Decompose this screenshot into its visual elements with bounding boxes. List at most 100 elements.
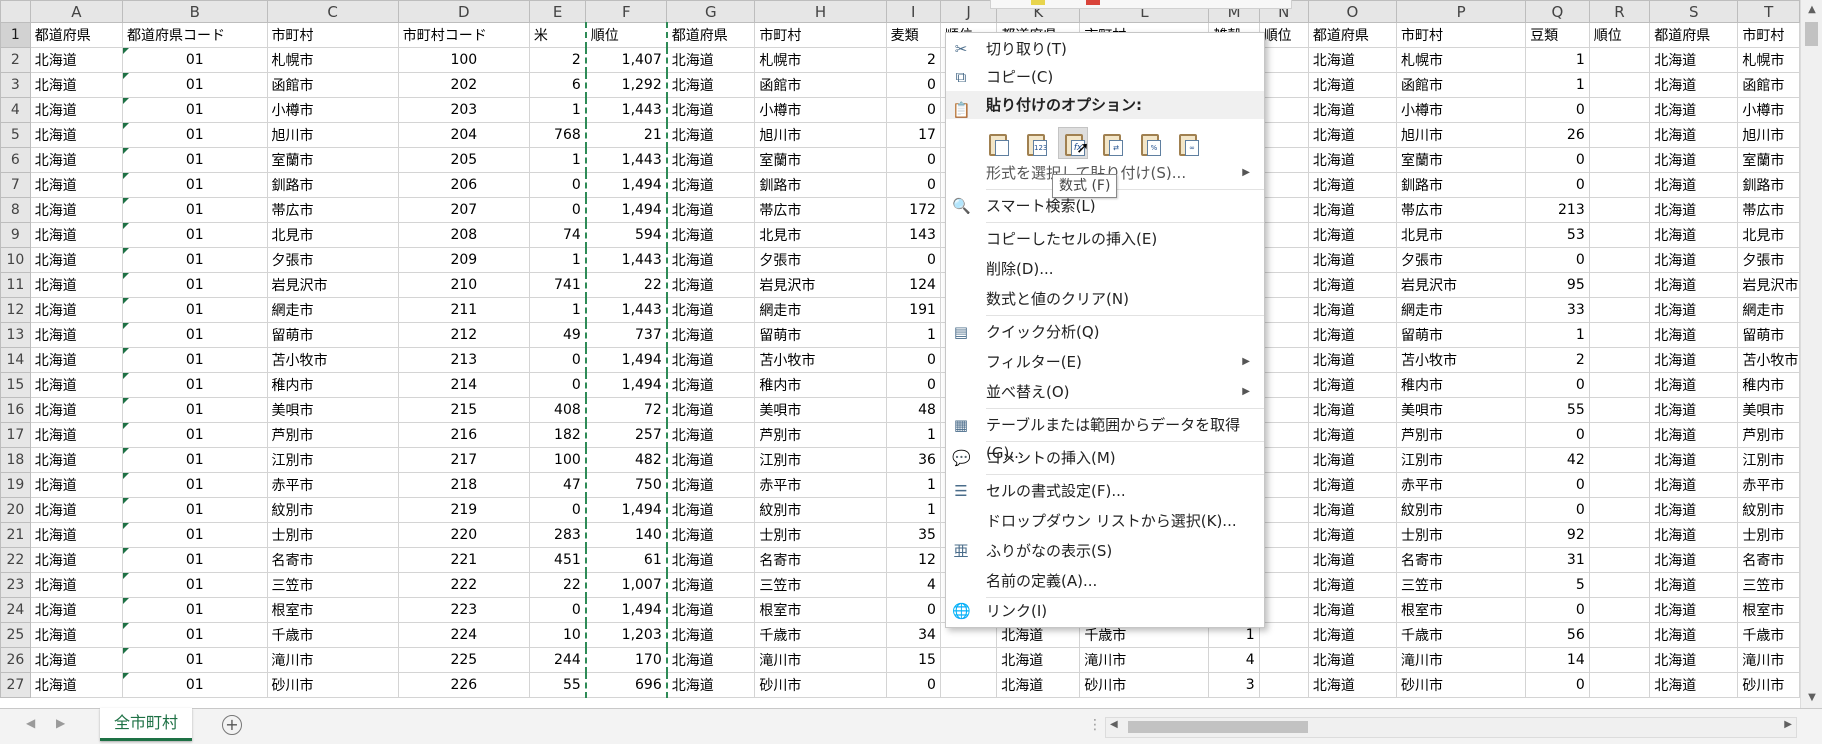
- cell-wheat[interactable]: 34: [885, 622, 941, 648]
- cell-wheat[interactable]: 0: [885, 72, 941, 98]
- cell-prefecture-code[interactable]: 01: [121, 272, 268, 298]
- cell-prefecture-code[interactable]: 01: [121, 47, 268, 73]
- cell-prefecture[interactable]: 北海道: [1649, 347, 1739, 373]
- cell-prefecture[interactable]: 北海道: [1307, 322, 1398, 348]
- cell-rank[interactable]: [1258, 147, 1309, 173]
- row-header[interactable]: 17: [0, 422, 31, 448]
- cell-city-code[interactable]: 226: [397, 672, 530, 698]
- cell-rice[interactable]: 283: [528, 522, 587, 548]
- header-cell[interactable]: 米: [528, 22, 587, 48]
- header-cell[interactable]: 順位: [1588, 22, 1651, 48]
- cell-city[interactable]: 網走市: [1737, 297, 1800, 323]
- cell-city[interactable]: 芦別市: [754, 422, 887, 448]
- column-header-p[interactable]: P: [1396, 0, 1527, 23]
- cell-city-code[interactable]: 100: [397, 47, 530, 73]
- cell-rank[interactable]: 737: [584, 322, 668, 348]
- cell-city[interactable]: 名寄市: [1737, 547, 1800, 573]
- cell-city[interactable]: 帯広市: [754, 197, 887, 223]
- cell-prefecture-code[interactable]: 01: [121, 397, 268, 423]
- cell-beans[interactable]: 55: [1525, 397, 1590, 423]
- cell-beans[interactable]: 0: [1525, 597, 1590, 623]
- row-header[interactable]: 20: [0, 497, 31, 523]
- cell-prefecture[interactable]: 北海道: [666, 397, 756, 423]
- cell-rank[interactable]: 257: [584, 422, 668, 448]
- cell-prefecture-code[interactable]: 01: [121, 547, 268, 573]
- cell-prefecture[interactable]: 北海道: [666, 222, 756, 248]
- cell-prefecture[interactable]: 北海道: [666, 547, 756, 573]
- scroll-left-icon[interactable]: ◀: [1110, 719, 1118, 730]
- cell-prefecture[interactable]: 北海道: [1649, 122, 1739, 148]
- cell-prefecture-code[interactable]: 01: [121, 247, 268, 273]
- column-header-c[interactable]: C: [266, 0, 399, 23]
- cell-prefecture-code[interactable]: 01: [121, 597, 268, 623]
- prev-sheet-icon[interactable]: ◀: [26, 716, 35, 730]
- cell-prefecture[interactable]: 北海道: [1649, 422, 1739, 448]
- cell-city[interactable]: 赤平市: [754, 472, 887, 498]
- cell-prefecture[interactable]: 北海道: [666, 272, 756, 298]
- cell-prefecture[interactable]: 北海道: [1649, 597, 1739, 623]
- cell-city[interactable]: 留萌市: [1737, 322, 1800, 348]
- cell-rank[interactable]: [939, 672, 998, 698]
- cell-beans[interactable]: 0: [1525, 97, 1590, 123]
- row-header[interactable]: 7: [0, 172, 31, 198]
- cell-prefecture[interactable]: 北海道: [29, 597, 123, 623]
- cell-city[interactable]: 室蘭市: [1737, 147, 1800, 173]
- cell-prefecture[interactable]: 北海道: [1307, 72, 1398, 98]
- cell-city[interactable]: 名寄市: [266, 547, 399, 573]
- cell-city[interactable]: 稚内市: [754, 372, 887, 398]
- cell-city[interactable]: 留萌市: [754, 322, 887, 348]
- cell-prefecture[interactable]: 北海道: [29, 497, 123, 523]
- cell-rank[interactable]: [1258, 47, 1309, 73]
- cell-rice[interactable]: 1: [528, 247, 587, 273]
- cell-city[interactable]: 美唄市: [266, 397, 399, 423]
- cell-wheat[interactable]: 48: [885, 397, 941, 423]
- column-header-b[interactable]: B: [121, 0, 268, 23]
- cell-prefecture[interactable]: 北海道: [666, 522, 756, 548]
- cell-rank[interactable]: 1,407: [584, 47, 668, 73]
- cell-prefecture-code[interactable]: 01: [121, 422, 268, 448]
- cell-wheat[interactable]: 124: [885, 272, 941, 298]
- cell-wheat[interactable]: 1: [885, 472, 941, 498]
- cell-prefecture[interactable]: 北海道: [29, 322, 123, 348]
- cell-prefecture-code[interactable]: 01: [121, 647, 268, 673]
- row-header[interactable]: 5: [0, 122, 31, 148]
- cell-city[interactable]: 網走市: [266, 297, 399, 323]
- menu-item-cut[interactable]: ✂ 切り取り(T): [946, 35, 1264, 63]
- row-header[interactable]: 6: [0, 147, 31, 173]
- cell-rank[interactable]: [1588, 497, 1651, 523]
- cell-rank[interactable]: [1588, 347, 1651, 373]
- cell-beans[interactable]: 0: [1525, 172, 1590, 198]
- cell-city-code[interactable]: 208: [397, 222, 530, 248]
- cell-rice[interactable]: 22: [528, 572, 587, 598]
- cell-city[interactable]: 紋別市: [754, 497, 887, 523]
- cell-rank[interactable]: [1258, 122, 1309, 148]
- cell-prefecture[interactable]: 北海道: [29, 147, 123, 173]
- cell-city[interactable]: 網走市: [1396, 297, 1527, 323]
- cell-city[interactable]: 旭川市: [1396, 122, 1527, 148]
- cell-city[interactable]: 江別市: [266, 447, 399, 473]
- cell-city[interactable]: 夕張市: [1396, 247, 1527, 273]
- cell-prefecture[interactable]: 北海道: [29, 522, 123, 548]
- cell-city[interactable]: 根室市: [1396, 597, 1527, 623]
- cell-city-code[interactable]: 225: [397, 647, 530, 673]
- cell-rank[interactable]: 1,443: [584, 97, 668, 123]
- cell-prefecture[interactable]: 北海道: [1649, 672, 1739, 698]
- cell-rice[interactable]: 1: [528, 297, 587, 323]
- cell-prefecture[interactable]: 北海道: [29, 572, 123, 598]
- cell-city[interactable]: 砂川市: [754, 672, 887, 698]
- cell-prefecture[interactable]: 北海道: [29, 622, 123, 648]
- cell-rank[interactable]: 1,494: [584, 597, 668, 623]
- cell-rank[interactable]: [1588, 547, 1651, 573]
- cell-rank[interactable]: [1588, 172, 1651, 198]
- cell-city[interactable]: 岩見沢市: [754, 272, 887, 298]
- cell-wheat[interactable]: 0: [885, 672, 941, 698]
- cell-prefecture[interactable]: 北海道: [666, 47, 756, 73]
- row-header[interactable]: 26: [0, 647, 31, 673]
- column-header-t[interactable]: T: [1737, 0, 1800, 23]
- paste-icon[interactable]: [982, 127, 1012, 159]
- cell-wheat[interactable]: 1: [885, 322, 941, 348]
- cell-prefecture[interactable]: 北海道: [666, 172, 756, 198]
- cell-rice[interactable]: 408: [528, 397, 587, 423]
- cell-rank[interactable]: [1588, 647, 1651, 673]
- cell-city[interactable]: 苫小牧市: [1396, 347, 1527, 373]
